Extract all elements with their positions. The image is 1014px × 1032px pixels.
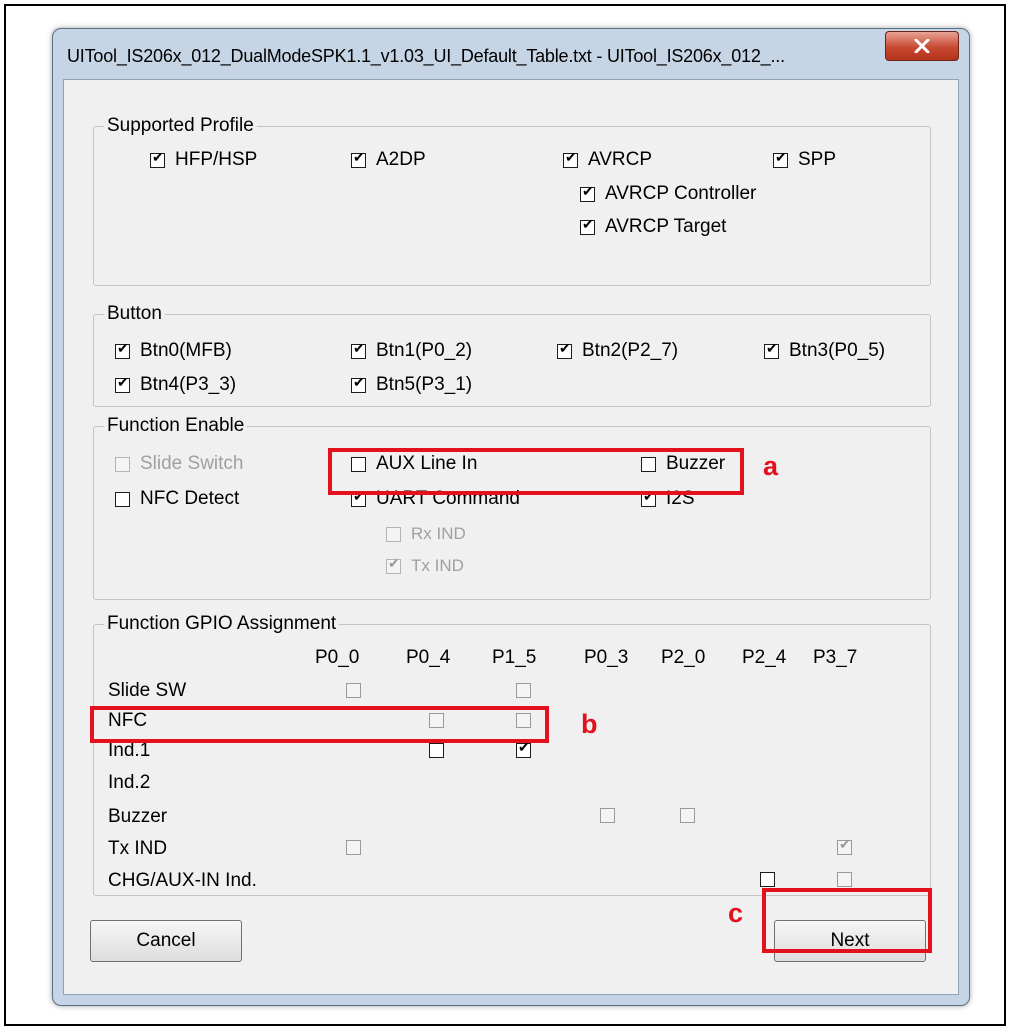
checkbox-avrcp[interactable]: AVRCP	[563, 149, 652, 171]
gpio-checkbox-slide-sw-p1-5[interactable]	[516, 683, 531, 698]
checkbox-box	[580, 183, 595, 202]
checkbox-btn4[interactable]: Btn4(P3_3)	[115, 374, 236, 396]
group-title: Supported Profile	[104, 115, 257, 137]
checkbox-box	[115, 374, 130, 393]
checkbox-box	[351, 374, 366, 393]
row-label-ind2: Ind.2	[108, 772, 151, 793]
callout-label-b: b	[581, 709, 598, 739]
highlight-box-a	[328, 448, 744, 495]
column-header-p1-5: P1_5	[492, 647, 537, 668]
checkbox-btn2[interactable]: Btn2(P2_7)	[557, 340, 678, 362]
gpio-checkbox-buzzer-p2-0[interactable]	[680, 808, 695, 823]
callout-label-a: a	[763, 451, 779, 481]
gpio-checkbox-chg-aux-in-ind--p2-4[interactable]	[760, 872, 775, 887]
column-header-p0-4: P0_4	[406, 647, 451, 668]
highlight-box-c	[762, 888, 932, 953]
group-title: Function Enable	[104, 415, 248, 437]
checkbox-box	[351, 149, 366, 168]
dialog-window: UITool_IS206x_012_DualModeSPK1.1_v1.03_U…	[52, 28, 970, 1006]
highlight-box-b	[90, 706, 549, 743]
checkbox-box	[386, 526, 401, 542]
checkbox-box	[563, 149, 578, 168]
close-button[interactable]	[885, 31, 959, 61]
group-title: Function GPIO Assignment	[104, 613, 340, 635]
dialog-client: Supported Profile HFP/HSP A2DP AVRCP SPP…	[63, 79, 959, 995]
group-title: Button	[104, 303, 165, 325]
checkbox-nfc-detect[interactable]: NFC Detect	[115, 488, 239, 510]
checkbox-box	[557, 340, 572, 359]
checkbox-btn0[interactable]: Btn0(MFB)	[115, 340, 232, 362]
checkbox-hfp-hsp[interactable]: HFP/HSP	[150, 149, 257, 171]
gpio-checkbox-buzzer-p0-3[interactable]	[600, 808, 615, 823]
row-label-tx-ind: Tx IND	[108, 838, 168, 859]
checkbox-box	[150, 149, 165, 168]
window-title: UITool_IS206x_012_DualModeSPK1.1_v1.03_U…	[67, 46, 785, 66]
gpio-checkbox-chg-aux-in-ind--p3-7[interactable]	[837, 872, 852, 887]
checkbox-btn3[interactable]: Btn3(P0_5)	[764, 340, 920, 362]
gpio-checkbox-ind-1-p1-5[interactable]	[516, 739, 531, 758]
checkbox-slide-switch[interactable]: Slide Switch	[115, 453, 244, 475]
checkbox-box	[115, 456, 130, 472]
column-header-p0-0: P0_0	[315, 647, 360, 668]
row-label-chg-aux-in: CHG/AUX-IN Ind.	[108, 870, 257, 891]
gpio-checkbox-ind-1-p0-4[interactable]	[429, 743, 444, 758]
row-label-slide-sw: Slide SW	[108, 680, 187, 701]
row-label-ind1: Ind.1	[108, 740, 151, 761]
title-bar: UITool_IS206x_012_DualModeSPK1.1_v1.03_U…	[53, 29, 969, 79]
cancel-button[interactable]: Cancel	[90, 920, 242, 962]
checkbox-box	[764, 340, 779, 359]
checkbox-a2dp[interactable]: A2DP	[351, 149, 426, 171]
checkbox-box	[115, 340, 130, 359]
column-header-p2-4: P2_4	[742, 647, 787, 668]
checkbox-tx-ind[interactable]: Tx IND	[386, 555, 464, 576]
checkbox-avrcp-target[interactable]: AVRCP Target	[580, 216, 726, 238]
checkbox-rx-ind[interactable]: Rx IND	[386, 524, 466, 544]
row-label-buzzer: Buzzer	[108, 806, 168, 827]
gpio-checkbox-slide-sw-p0-0[interactable]	[346, 683, 361, 698]
close-icon	[914, 39, 930, 53]
checkbox-avrcp-controller[interactable]: AVRCP Controller	[580, 183, 756, 205]
checkbox-btn5[interactable]: Btn5(P3_1)	[351, 374, 472, 396]
checkbox-box	[386, 555, 401, 574]
checkbox-btn1[interactable]: Btn1(P0_2)	[351, 340, 472, 362]
gpio-checkbox-tx-ind-p0-0[interactable]	[346, 840, 361, 855]
checkbox-box	[351, 340, 366, 359]
checkbox-box	[115, 491, 130, 507]
checkbox-box	[580, 216, 595, 235]
callout-label-c: c	[728, 898, 744, 928]
checkbox-box	[773, 149, 788, 168]
column-header-p2-0: P2_0	[661, 647, 706, 668]
column-header-p0-3: P0_3	[584, 647, 629, 668]
column-header-p3-7: P3_7	[813, 647, 858, 668]
checkbox-spp[interactable]: SPP	[773, 149, 836, 171]
gpio-checkbox-tx-ind-p3-7[interactable]	[837, 836, 852, 855]
